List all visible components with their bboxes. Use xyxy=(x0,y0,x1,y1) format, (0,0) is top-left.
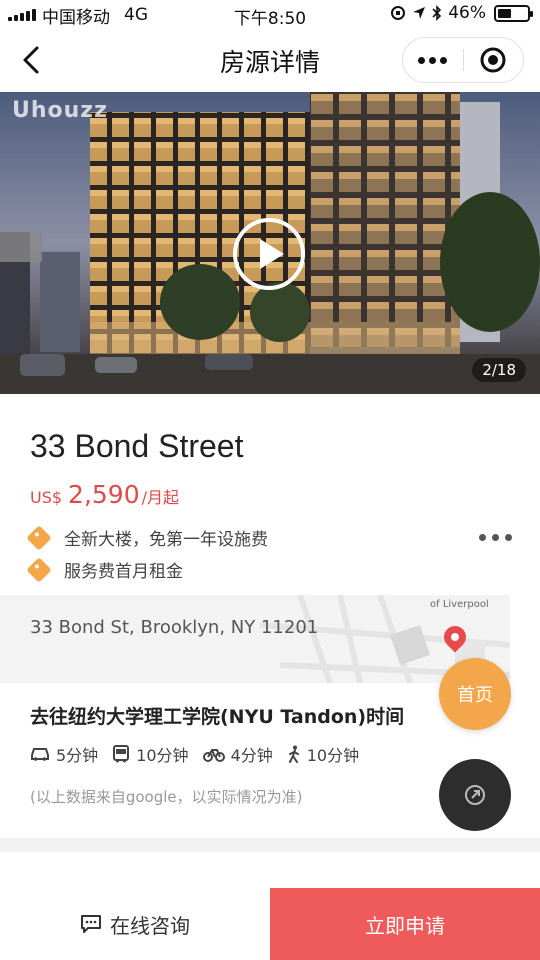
address-text: 33 Bond St, Brooklyn, NY 11201 xyxy=(30,617,319,638)
listing-price: US$ 2,590 /月起 xyxy=(30,480,179,509)
miniprogram-capsule xyxy=(402,37,524,83)
hero-gallery[interactable]: Uhouzz 2/18 xyxy=(0,92,540,394)
commute-bus-time: 10分钟 xyxy=(136,746,189,765)
online-consult-button[interactable]: 在线咨询 xyxy=(0,888,270,960)
bluetooth-icon xyxy=(432,5,442,21)
tag-icon xyxy=(26,556,52,583)
battery-percent: 46% xyxy=(448,3,486,23)
commute-item-bike: 4分钟 xyxy=(202,742,273,766)
commute-item-car: 5分钟 xyxy=(30,742,98,766)
commute-walk-time: 10分钟 xyxy=(306,746,360,765)
car-icon xyxy=(31,748,49,761)
nav-bar: 房源详情 xyxy=(0,30,540,92)
bus-icon xyxy=(113,745,130,763)
status-bar: 中国移动 4G 下午8:50 46% xyxy=(0,0,540,30)
home-button[interactable]: 首页 xyxy=(439,658,511,730)
chat-icon xyxy=(81,915,101,933)
bike-icon xyxy=(202,749,225,762)
tag-item: 全新大楼，免第一年设施费 xyxy=(26,524,268,551)
data-source-note: (以上数据来自google，以实际情况为准) xyxy=(30,788,303,806)
rotation-lock-icon xyxy=(391,6,406,20)
watermark: Uhouzz xyxy=(12,98,108,123)
apply-now-button[interactable]: 立即申请 xyxy=(270,888,540,960)
price-currency: US$ xyxy=(30,488,63,507)
walk-icon xyxy=(288,745,299,763)
commute-item-walk: 10分钟 xyxy=(287,742,359,766)
map-label: of Liverpool xyxy=(430,599,489,610)
commute-times: 5分钟 10分钟 4分钟 10分钟 xyxy=(30,742,373,766)
battery-icon xyxy=(494,4,533,22)
share-icon xyxy=(465,785,485,805)
more-button[interactable] xyxy=(403,56,463,64)
price-value: 2,590 xyxy=(68,480,140,509)
close-miniprogram-button[interactable] xyxy=(464,46,524,74)
commute-bike-time: 4分钟 xyxy=(230,746,273,765)
target-icon xyxy=(480,47,506,73)
commute-item-bus: 10分钟 xyxy=(112,742,189,766)
price-unit: /月起 xyxy=(141,488,180,507)
location-icon xyxy=(413,7,426,19)
tag-item: 服务费首月租金 xyxy=(26,556,183,583)
commute-title: 去往纽约大学理工学院(NYU Tandon)时间 xyxy=(30,706,405,728)
listing-title: 33 Bond Street xyxy=(30,428,244,464)
tag-label: 全新大楼，免第一年设施费 xyxy=(64,530,268,550)
image-counter: 2/18 xyxy=(472,358,526,382)
commute-car-time: 5分钟 xyxy=(56,746,99,765)
section-divider xyxy=(0,838,540,852)
tag-icon xyxy=(26,524,52,551)
consult-label: 在线咨询 xyxy=(110,913,190,938)
tag-label: 服务费首月租金 xyxy=(64,562,183,582)
more-tags-button[interactable] xyxy=(479,534,512,541)
bottom-action-bar: 在线咨询 立即申请 xyxy=(0,888,540,960)
play-video-button[interactable] xyxy=(233,218,305,290)
share-button[interactable] xyxy=(439,759,511,831)
status-indicators: 46% xyxy=(390,3,533,23)
